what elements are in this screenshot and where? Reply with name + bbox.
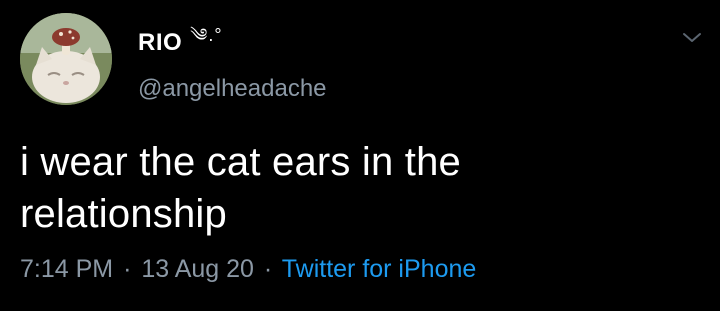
tweet-text-line: i wear the cat ears in the bbox=[20, 140, 461, 184]
tweet-source-link[interactable]: Twitter for iPhone bbox=[282, 255, 477, 283]
tweet-meta: 7:14 PM · 13 Aug 20 · Twitter for iPhone bbox=[20, 255, 476, 284]
tweet-time[interactable]: 7:14 PM bbox=[20, 255, 113, 283]
user-handle[interactable]: @angelheadache bbox=[138, 75, 327, 103]
name-emoji: ༄.° bbox=[190, 25, 223, 45]
separator: · bbox=[123, 255, 132, 283]
separator: · bbox=[263, 255, 273, 283]
chevron-down-icon[interactable] bbox=[680, 30, 704, 46]
tweet-card: RIO ༄.° @angelheadache i wear the cat ea… bbox=[0, 0, 720, 311]
display-name[interactable]: RIO bbox=[138, 29, 182, 57]
cat-avatar-image bbox=[20, 13, 112, 105]
tweet-date[interactable]: 13 Aug 20 bbox=[141, 255, 254, 283]
name-row: RIO ༄.° bbox=[138, 25, 223, 58]
tweet-text-line: relationship bbox=[20, 192, 227, 236]
avatar[interactable] bbox=[20, 13, 112, 105]
tweet-text: i wear the cat ears in the relationship bbox=[20, 136, 620, 240]
